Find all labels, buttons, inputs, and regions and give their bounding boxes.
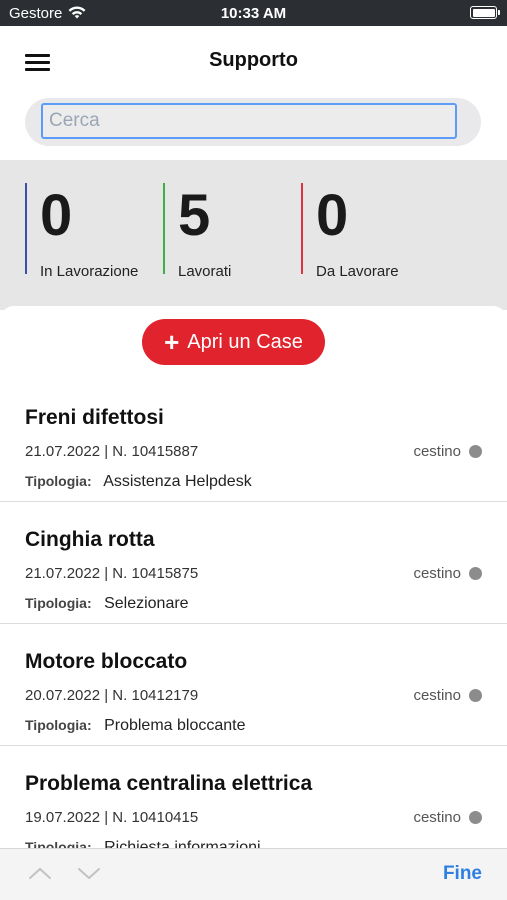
case-status-label: cestino [413, 809, 461, 826]
case-type-value: Assistenza Helpdesk [103, 473, 252, 490]
case-date-number: 19.07.2022 | N. 10410415 [25, 809, 199, 826]
case-type-value: Problema bloccante [104, 717, 246, 734]
case-status: cestino [413, 565, 482, 582]
case-type: Tipologia: Problema bloccante [25, 717, 246, 735]
case-status: cestino [413, 687, 482, 704]
case-date-number: 21.07.2022 | N. 10415875 [25, 565, 199, 582]
case-item[interactable]: Problema centralina elettrica 19.07.2022… [0, 746, 507, 848]
case-status: cestino [413, 443, 482, 460]
case-date-number: 21.07.2022 | N. 10415887 [25, 443, 199, 460]
case-type-label: Tipologia: [25, 839, 92, 848]
case-type: Tipologia: Assistenza Helpdesk [25, 473, 252, 491]
case-date-number: 20.07.2022 | N. 10412179 [25, 687, 199, 704]
open-case-area: + Apri un Case [0, 306, 507, 380]
chevron-up-icon[interactable] [27, 863, 53, 883]
stat-in-lavorazione[interactable]: 0 In Lavorazione [25, 183, 138, 280]
plus-icon: + [164, 327, 180, 357]
case-type-label: Tipologia: [25, 595, 92, 611]
stat-label: Lavorati [178, 263, 232, 280]
case-type-label: Tipologia: [25, 473, 92, 489]
status-bar: Gestore 10:33 AM [0, 0, 507, 26]
status-dot-icon [469, 811, 482, 824]
stat-value: 0 [40, 183, 73, 248]
case-item[interactable]: Motore bloccato 20.07.2022 | N. 10412179… [0, 624, 507, 746]
battery-icon [470, 6, 500, 19]
page-title: Supporto [209, 49, 298, 71]
stats-panel: 0 In Lavorazione 5 Lavorati 0 Da Lavorar… [0, 160, 507, 310]
status-dot-icon [469, 445, 482, 458]
stat-value: 5 [178, 183, 211, 248]
done-button[interactable]: Fine [443, 863, 482, 885]
case-status-label: cestino [413, 565, 461, 582]
stat-value: 0 [316, 183, 349, 248]
case-type-value: Selezionare [104, 595, 189, 612]
stat-label: Da Lavorare [316, 263, 399, 280]
case-type-value: Richiesta informazioni [104, 839, 261, 848]
case-title: Problema centralina elettrica [25, 772, 313, 795]
chevron-down-icon[interactable] [76, 863, 102, 883]
search-bar [25, 98, 481, 146]
input-accessory-bar: Fine [0, 848, 507, 900]
open-case-label: Apri un Case [187, 330, 303, 353]
open-case-button[interactable]: + Apri un Case [142, 319, 325, 365]
case-status-label: cestino [413, 687, 461, 704]
case-title: Freni difettosi [25, 406, 164, 429]
navigation-bar: Supporto [0, 26, 507, 98]
support-screen: Gestore 10:33 AM Supporto 0 In Lavorazio… [0, 0, 507, 900]
stat-da-lavorare[interactable]: 0 Da Lavorare [301, 183, 399, 280]
case-type: Tipologia: Selezionare [25, 595, 189, 613]
case-title: Cinghia rotta [25, 528, 155, 551]
stat-label: In Lavorazione [40, 263, 139, 280]
search-input[interactable] [41, 103, 457, 139]
status-dot-icon [469, 689, 482, 702]
clock: 10:33 AM [220, 5, 287, 22]
case-type-label: Tipologia: [25, 717, 92, 733]
status-dot-icon [469, 567, 482, 580]
stat-lavorati[interactable]: 5 Lavorati [163, 183, 231, 280]
case-item[interactable]: Cinghia rotta 21.07.2022 | N. 10415875 c… [0, 502, 507, 624]
case-title: Motore bloccato [25, 650, 188, 673]
case-type: Tipologia: Richiesta informazioni [25, 839, 261, 848]
case-status: cestino [413, 809, 482, 826]
case-status-label: cestino [413, 443, 461, 460]
case-item[interactable]: Freni difettosi 21.07.2022 | N. 10415887… [0, 380, 507, 502]
case-list: Freni difettosi 21.07.2022 | N. 10415887… [0, 380, 507, 848]
